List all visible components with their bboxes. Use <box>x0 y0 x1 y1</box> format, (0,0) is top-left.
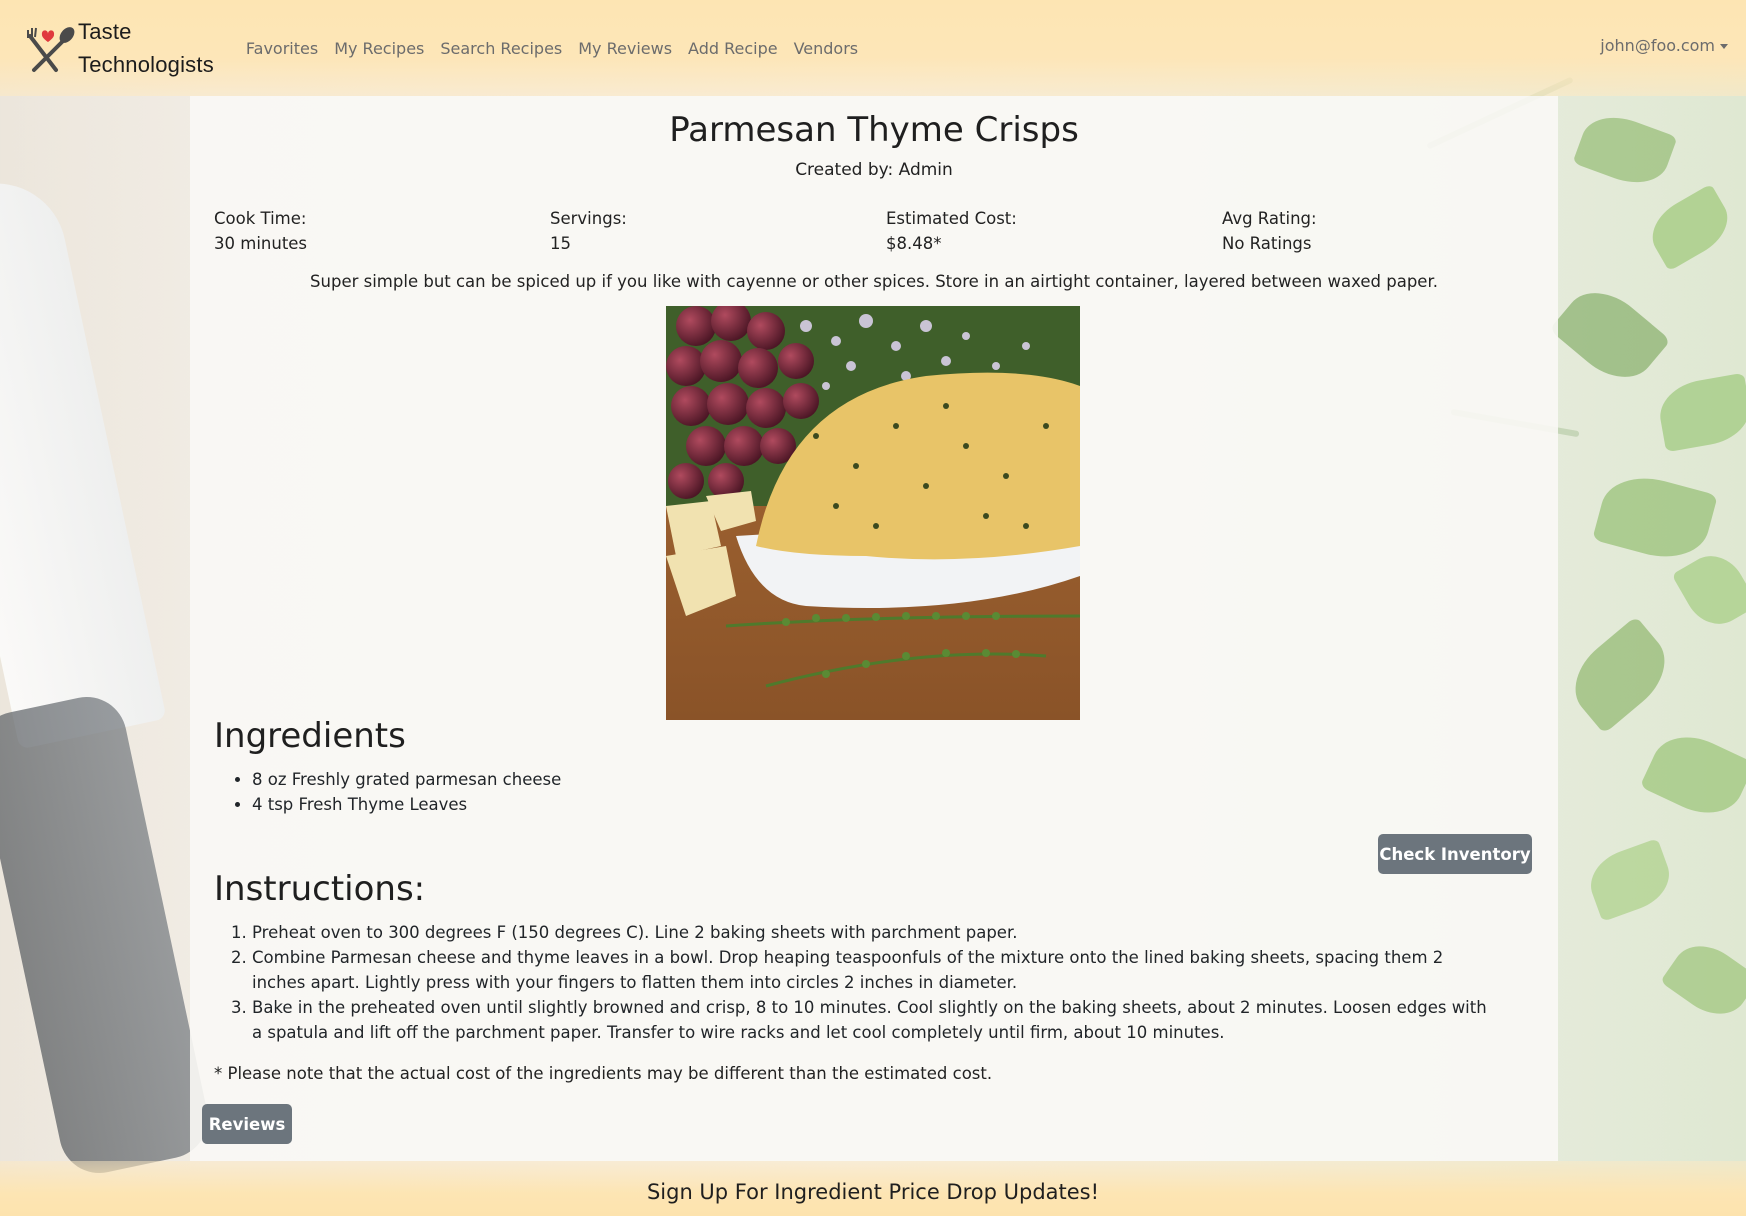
cost-disclaimer: * Please note that the actual cost of th… <box>214 1064 993 1083</box>
nav-links: Favorites My Recipes Search Recipes My R… <box>238 39 866 58</box>
background-knife-blade <box>0 170 167 750</box>
brand-name-line1: Taste <box>78 19 132 44</box>
nav-link-vendors[interactable]: Vendors <box>786 39 867 58</box>
recipe-panel: Parmesan Thyme Crisps Created by: Admin … <box>190 96 1558 1161</box>
footer-bar: Sign Up For Ingredient Price Drop Update… <box>0 1161 1746 1216</box>
nav-link-favorites[interactable]: Favorites <box>238 39 326 58</box>
stat-label: Servings: <box>550 209 627 228</box>
instruction-step: Combine Parmesan cheese and thyme leaves… <box>252 945 1492 995</box>
ingredient-item: 8 oz Freshly grated parmesan cheese <box>252 767 1452 792</box>
stat-avg-rating: Avg Rating: No Ratings <box>1222 206 1558 256</box>
stat-label: Cook Time: <box>214 209 307 228</box>
stat-value: 15 <box>550 234 571 253</box>
instructions-list: Preheat oven to 300 degrees F (150 degre… <box>214 920 1492 1045</box>
brand-name-line2: Technologists <box>78 52 214 77</box>
stat-label: Avg Rating: <box>1222 209 1317 228</box>
stat-value: $8.48* <box>886 234 942 253</box>
instructions-heading: Instructions: <box>214 869 426 909</box>
reviews-button[interactable]: Reviews <box>202 1104 292 1144</box>
stat-value: No Ratings <box>1222 234 1312 253</box>
stat-estimated-cost: Estimated Cost: $8.48* <box>886 206 1222 256</box>
recipe-title: Parmesan Thyme Crisps <box>669 110 1079 150</box>
user-email: john@foo.com <box>1600 36 1715 55</box>
recipe-stats: Cook Time: 30 minutes Servings: 15 Estim… <box>214 206 1558 256</box>
ingredient-item: 4 tsp Fresh Thyme Leaves <box>252 792 1452 817</box>
ingredients-heading: Ingredients <box>214 716 406 756</box>
caret-down-icon <box>1720 43 1728 49</box>
top-navbar: Taste Technologists Favorites My Recipes… <box>0 0 1746 96</box>
recipe-photo <box>666 306 1080 720</box>
stat-value: 30 minutes <box>214 234 308 253</box>
instruction-step: Preheat oven to 300 degrees F (150 degre… <box>252 920 1492 945</box>
recipe-author: Created by: Admin <box>795 160 953 180</box>
stat-servings: Servings: 15 <box>550 206 886 256</box>
ingredients-list: 8 oz Freshly grated parmesan cheese 4 ts… <box>214 767 1452 817</box>
nav-link-add-recipe[interactable]: Add Recipe <box>680 39 786 58</box>
recipe-description: Super simple but can be spiced up if you… <box>310 272 1438 291</box>
stat-label: Estimated Cost: <box>886 209 1017 228</box>
brand-link[interactable]: Taste Technologists <box>20 15 214 81</box>
nav-link-my-recipes[interactable]: My Recipes <box>326 39 432 58</box>
user-dropdown[interactable]: john@foo.com <box>1600 36 1728 55</box>
nav-link-search-recipes[interactable]: Search Recipes <box>432 39 570 58</box>
crossed-utensils-heart-icon <box>20 20 76 76</box>
background-knife-handle <box>0 689 216 1181</box>
instruction-step: Bake in the preheated oven until slightl… <box>252 995 1492 1045</box>
nav-link-my-reviews[interactable]: My Reviews <box>570 39 680 58</box>
stat-cook-time: Cook Time: 30 minutes <box>214 206 550 256</box>
check-inventory-button[interactable]: Check Inventory <box>1378 834 1532 874</box>
price-drop-signup-link[interactable]: Sign Up For Ingredient Price Drop Update… <box>647 1180 1099 1204</box>
